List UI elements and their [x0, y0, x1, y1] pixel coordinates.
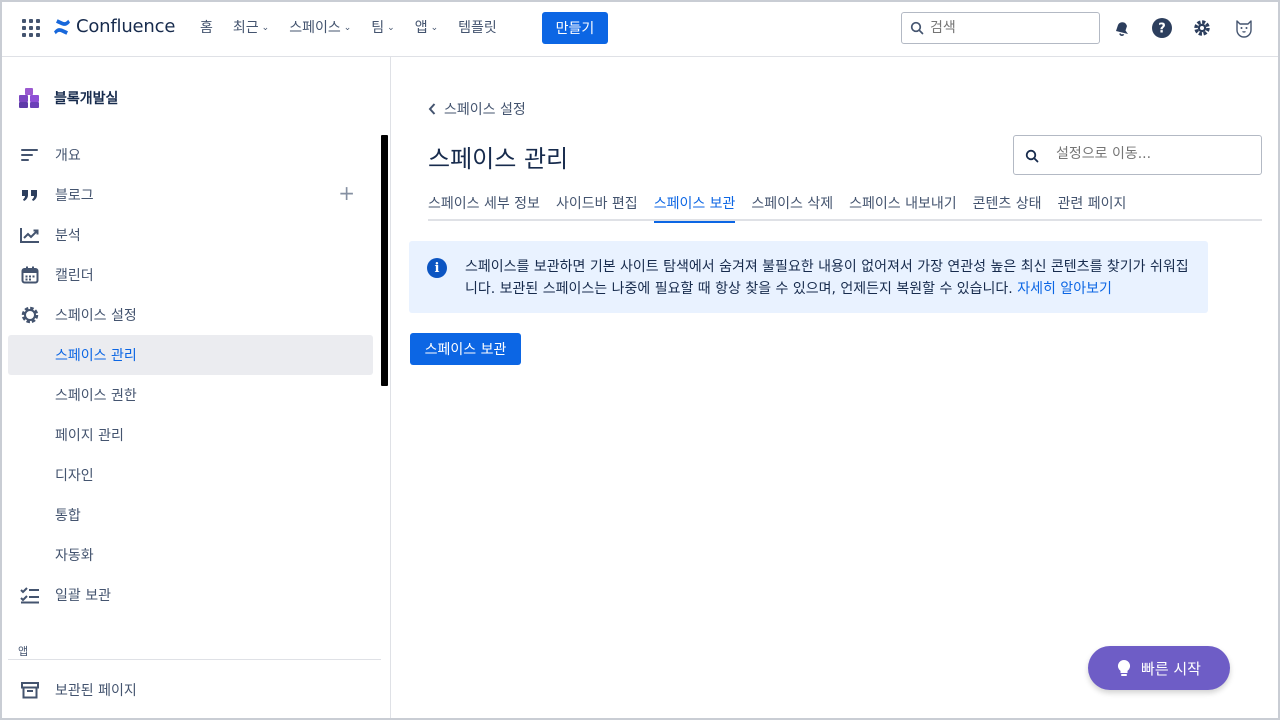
sidebar-item-label: 페이지 관리: [55, 428, 124, 444]
sidebar-item-label: 블로그: [55, 188, 94, 204]
nav-teams[interactable]: 팀 ⌄: [371, 17, 394, 37]
chevron-down-icon: ⌄: [261, 22, 270, 33]
global-search[interactable]: [901, 12, 1100, 44]
main-content: 스페이스 설정 스페이스 관리 스페이스 세부 정보 사이드바 편집 스페이스 …: [392, 57, 1278, 720]
svg-text:?: ?: [1158, 22, 1166, 37]
quote-icon: [20, 185, 40, 205]
sidebar-item-label: 스페이스 관리: [55, 348, 137, 364]
back-link-label: 스페이스 설정: [444, 102, 526, 118]
space-sidebar: 블록개발실 개요 블로그 + 분석 캘린더 스페이스 설정 스페이스 관리 스페…: [0, 57, 391, 720]
chevron-left-icon: [428, 103, 436, 115]
sidebar-item-label: 보관된 페이지: [55, 683, 137, 699]
sidebar-item-blog[interactable]: 블로그 +: [8, 175, 373, 215]
nav-templates-label: 템플릿: [458, 20, 497, 36]
lightbulb-icon: [1117, 659, 1131, 676]
nav-apps-label: 앱: [414, 20, 428, 36]
sidebar-item-automation[interactable]: 자동화: [8, 535, 373, 575]
search-icon: [910, 21, 924, 35]
nav-teams-label: 팀: [371, 20, 385, 36]
archive-box-icon: [20, 680, 40, 700]
tab-archive-space[interactable]: 스페이스 보관: [653, 191, 735, 223]
search-input[interactable]: [930, 20, 1080, 36]
space-name: 블록개발실: [54, 91, 119, 107]
tab-export-space[interactable]: 스페이스 내보내기: [849, 191, 957, 221]
sidebar-divider: [8, 659, 381, 660]
primary-nav: 홈 최근 ⌄ 스페이스 ⌄ 팀 ⌄ 앱 ⌄ 템플릿: [200, 17, 517, 37]
settings-tabs: 스페이스 세부 정보 사이드바 편집 스페이스 보관 스페이스 삭제 스페이스 …: [428, 191, 1262, 223]
confluence-logo[interactable]: Confluence: [52, 16, 175, 37]
nav-templates[interactable]: 템플릿: [458, 17, 497, 37]
nav-home-label: 홈: [200, 20, 213, 36]
info-panel: i 스페이스를 보관하면 기본 사이트 탐색에서 숨겨져 불필요한 내용이 없어…: [409, 241, 1208, 313]
sidebar-item-label: 자동화: [55, 548, 94, 564]
sidebar-item-space-settings[interactable]: 스페이스 설정: [8, 295, 373, 335]
search-icon: [1025, 149, 1039, 163]
quick-start-button[interactable]: 빠른 시작: [1088, 646, 1230, 690]
analytics-icon: [20, 225, 40, 245]
info-icon: i: [427, 258, 447, 278]
calendar-icon: [20, 265, 40, 285]
chevron-down-icon: ⌄: [343, 22, 352, 33]
tab-edit-sidebar[interactable]: 사이드바 편집: [556, 191, 638, 221]
tab-space-details[interactable]: 스페이스 세부 정보: [428, 191, 540, 221]
nav-recent[interactable]: 최근 ⌄: [233, 17, 269, 37]
sidebar-item-label: 분석: [55, 228, 81, 244]
sidebar-item-label: 캘린더: [55, 268, 94, 284]
quick-start-label: 빠른 시작: [1141, 659, 1201, 678]
add-blog-icon[interactable]: +: [338, 183, 355, 203]
avatar[interactable]: [1232, 16, 1256, 40]
archive-space-button[interactable]: 스페이스 보관: [410, 333, 521, 365]
app-switcher-icon[interactable]: [22, 19, 40, 37]
confluence-logo-icon: [54, 18, 70, 35]
sidebar-item-label: 디자인: [55, 468, 94, 484]
nav-recent-label: 최근: [232, 20, 259, 36]
nav-spaces[interactable]: 스페이스 ⌄: [289, 17, 351, 37]
top-navigation: Confluence 홈 최근⌄ 스페이스⌄ 팀⌄ 앱⌄ 템플릿 만들기 ?: [0, 0, 1280, 57]
logo-text: Confluence: [76, 16, 176, 37]
tab-content-status[interactable]: 콘텐츠 상태: [973, 191, 1042, 221]
bulk-archive-icon: [20, 585, 40, 605]
sidebar-item-label: 스페이스 권한: [55, 388, 137, 404]
chevron-down-icon: ⌄: [387, 22, 395, 33]
sidebar-item-space-permissions[interactable]: 스페이스 권한: [8, 375, 373, 415]
apps-section-label: 앱: [18, 645, 29, 658]
settings-search[interactable]: [1013, 135, 1262, 175]
sidebar-item-archived-pages[interactable]: 보관된 페이지: [8, 670, 373, 710]
sidebar-item-label: 통합: [55, 508, 81, 524]
nav-apps[interactable]: 앱 ⌄: [415, 17, 438, 37]
create-button[interactable]: 만들기: [542, 12, 608, 44]
page-title: 스페이스 관리: [428, 145, 569, 173]
sidebar-item-design[interactable]: 디자인: [8, 455, 373, 495]
learn-more-link[interactable]: 자세히 알아보기: [1017, 281, 1112, 297]
sidebar-item-space-management[interactable]: 스페이스 관리: [8, 335, 373, 375]
sidebar-item-integrations[interactable]: 통합: [8, 495, 373, 535]
nav-spaces-label: 스페이스: [289, 20, 341, 36]
help-icon[interactable]: ?: [1150, 16, 1174, 40]
sidebar-item-label: 일괄 보관: [55, 588, 111, 604]
sidebar-item-overview[interactable]: 개요: [8, 135, 373, 175]
sidebar-item-analytics[interactable]: 분석: [8, 215, 373, 255]
overview-icon: [20, 145, 40, 165]
tab-related-pages[interactable]: 관련 페이지: [1058, 191, 1127, 221]
nav-home[interactable]: 홈: [200, 17, 213, 37]
space-avatar-icon: [19, 88, 39, 108]
sidebar-item-label: 개요: [55, 148, 81, 164]
chevron-down-icon: ⌄: [430, 22, 439, 33]
sidebar-item-calendar[interactable]: 캘린더: [8, 255, 373, 295]
settings-icon[interactable]: [1190, 16, 1214, 40]
settings-search-input[interactable]: [1056, 146, 1246, 162]
tab-delete-space[interactable]: 스페이스 삭제: [751, 191, 833, 221]
sidebar-item-bulk-archive[interactable]: 일괄 보관: [8, 575, 373, 615]
sidebar-item-label: 스페이스 설정: [55, 308, 137, 324]
notifications-icon[interactable]: [1110, 16, 1134, 40]
info-message: 스페이스를 보관하면 기본 사이트 탐색에서 숨겨져 불필요한 내용이 없어져서…: [465, 256, 1195, 300]
gear-icon: [20, 305, 40, 325]
space-header[interactable]: 블록개발실: [18, 87, 118, 109]
sidebar-item-page-management[interactable]: 페이지 관리: [8, 415, 373, 455]
sidebar-scrollbar[interactable]: [381, 135, 388, 386]
back-to-space-settings[interactable]: 스페이스 설정: [428, 99, 526, 119]
